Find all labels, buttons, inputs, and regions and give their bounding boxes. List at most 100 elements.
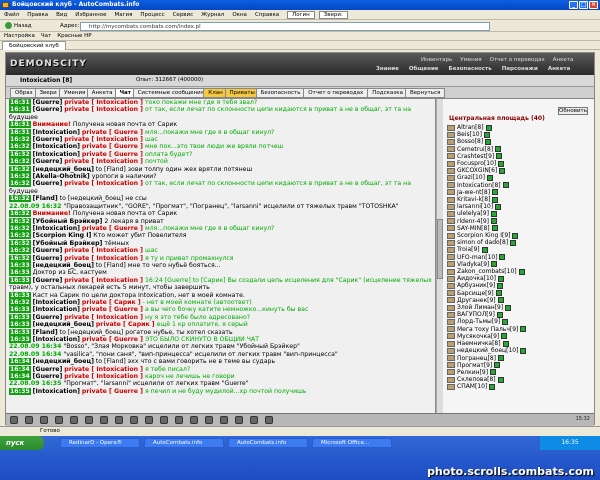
info-icon[interactable] [496,311,503,318]
user-name[interactable]: Grazi[10] [457,174,485,181]
info-icon[interactable] [505,304,512,311]
chat-nick[interactable]: [Fland] [33,195,58,202]
chat-tab[interactable]: Вернуться [405,88,446,98]
action-icon[interactable] [100,416,108,424]
chat-nick[interactable]: [Intoxication] [33,336,80,343]
user-name[interactable]: Погранец[8] [457,355,496,362]
chat-nick[interactable]: [Intoxication] [33,388,80,395]
info-icon[interactable] [492,196,499,203]
user-item[interactable]: Beis[10] [443,131,594,138]
taskbar-task[interactable]: Microsoft Office... [312,438,392,448]
user-name[interactable]: Zakon_combats[10] [457,268,517,275]
chat-nick[interactable]: [недецкий_боец] [33,166,94,173]
user-name[interactable]: Ja-we-nt[8] [457,189,490,196]
chat-nick[interactable]: [Akella-Ohotnik] [33,173,90,180]
user-name[interactable]: Арбузник[9] [457,282,495,289]
info-icon[interactable] [497,355,504,361]
action-icon[interactable] [220,416,228,424]
user-name[interactable]: simon of dado[8] [457,239,508,246]
chat-nick[interactable]: [Guerre] [33,373,63,380]
chat-nick[interactable]: [Guerre] [33,366,63,373]
info-icon[interactable] [496,153,503,160]
action-icon[interactable] [115,416,123,424]
chat-tab[interactable]: Безопасность [255,88,306,98]
user-item[interactable]: Altran[8] [443,124,594,131]
info-icon[interactable] [520,347,527,354]
bookmark-item[interactable]: Красные НР [57,33,91,39]
nav-item[interactable]: Анкета [548,66,570,72]
info-icon[interactable] [502,318,509,325]
chat-nick[interactable]: [Убойный Брэйкер] [33,240,103,247]
user-item[interactable]: Мега тоху Пальч[9] [443,326,594,333]
nav-item[interactable]: Безопасность [449,66,492,72]
info-icon[interactable] [497,282,504,289]
user-item[interactable]: Лорд-Тьмы[9] [443,318,594,325]
menu-item[interactable]: Процесс [136,12,168,18]
user-name[interactable]: недецкий_боец[10] [457,347,518,354]
user-item[interactable]: Kritavi-k[8] [443,196,594,203]
chat-private-target[interactable]: private [ Intoxication ] [64,136,143,143]
user-name[interactable]: GKCOXGIN[6] [457,167,497,174]
user-item[interactable]: Злой Лиман[9] [443,304,594,311]
chat-private-target[interactable]: private [ Intoxication ] [64,247,143,254]
user-name[interactable]: Troia[9] [457,246,480,253]
chat-nick[interactable]: [Guerre] [33,180,63,187]
user-item[interactable]: СПАМ[10] [443,383,594,390]
chat-private-target[interactable]: private [ Intoxication ] [64,158,143,165]
chat-tab[interactable]: Приваты [224,88,260,98]
chat-tab[interactable]: Умения [59,88,91,98]
menu-item[interactable]: Избранное [71,12,110,18]
user-item[interactable]: Focuspro[10] [443,160,594,167]
nav-item[interactable]: Знание [376,66,399,72]
taskbar-task[interactable]: AutoCombats.info [144,438,224,448]
chat-private-target[interactable]: private [ Guerre ] [82,306,143,313]
user-item[interactable]: Crashtest[9] [443,153,594,160]
info-icon[interactable] [495,203,502,210]
info-icon[interactable] [486,174,493,181]
info-icon[interactable] [483,131,490,138]
user-name[interactable]: Altran[8] [457,124,484,131]
user-name[interactable]: Crashtest[9] [457,153,494,160]
nav-sub-item[interactable]: Отчет о переводах [490,57,545,63]
user-name[interactable]: Прогмат[9] [457,362,492,369]
user-item[interactable]: Склепова[8] [443,376,594,383]
user-name[interactable]: Bosso[8] [457,138,483,145]
nav-sub-item[interactable]: Анкета [553,57,574,63]
user-item[interactable]: Aидочка[10] [443,275,594,282]
user-name[interactable]: СПАМ[10] [457,383,487,390]
info-icon[interactable] [499,167,506,174]
nav-item[interactable]: Персонажи [502,66,538,72]
chat-private-target[interactable]: private [ Intoxication ] [64,180,143,187]
chat-private-target[interactable]: private [ Guerre ] [82,143,143,150]
chat-nick[interactable]: [Guerre] [33,277,63,284]
chat-tab[interactable]: Подсказка [367,88,408,98]
user-name[interactable]: Focuspro[10] [457,160,496,167]
chat-tab[interactable]: Звери [34,88,62,98]
info-icon[interactable] [485,138,492,145]
chat-private-target[interactable]: private [ Intoxication ] [64,277,143,284]
user-item[interactable]: Zakon_combats[10] [443,268,594,275]
info-icon[interactable] [498,160,505,167]
info-icon[interactable] [520,326,527,333]
user-item[interactable]: Grazi[10] [443,174,594,181]
user-item[interactable]: Bosso[8] [443,138,594,145]
chat-nick[interactable]: [Intoxication] [33,299,80,306]
menu-item[interactable]: Журнал [197,12,228,18]
chat-nick[interactable]: [Guerre] [33,158,63,165]
action-icon[interactable] [265,416,273,424]
chat-private-target[interactable]: private [ Intoxication ] [64,314,143,321]
info-icon[interactable] [497,275,504,282]
info-icon[interactable] [490,218,497,225]
menu-item[interactable]: Окна [228,12,251,18]
action-icon[interactable] [175,416,183,424]
user-name[interactable]: Злой Лиман[9] [457,304,503,311]
info-icon[interactable] [491,225,498,232]
user-item[interactable]: Наемничка[8] [443,340,594,347]
user-name[interactable]: Мега тоху Пальч[9] [457,326,518,333]
info-icon[interactable] [485,124,492,131]
close-button[interactable]: × [589,1,598,9]
user-item[interactable]: GKCOXGIN[6] [443,167,594,174]
chat-nick[interactable]: [Guerre] [33,99,63,106]
beasts-dropdown[interactable]: Звери: [318,10,348,19]
action-icon[interactable] [160,416,168,424]
